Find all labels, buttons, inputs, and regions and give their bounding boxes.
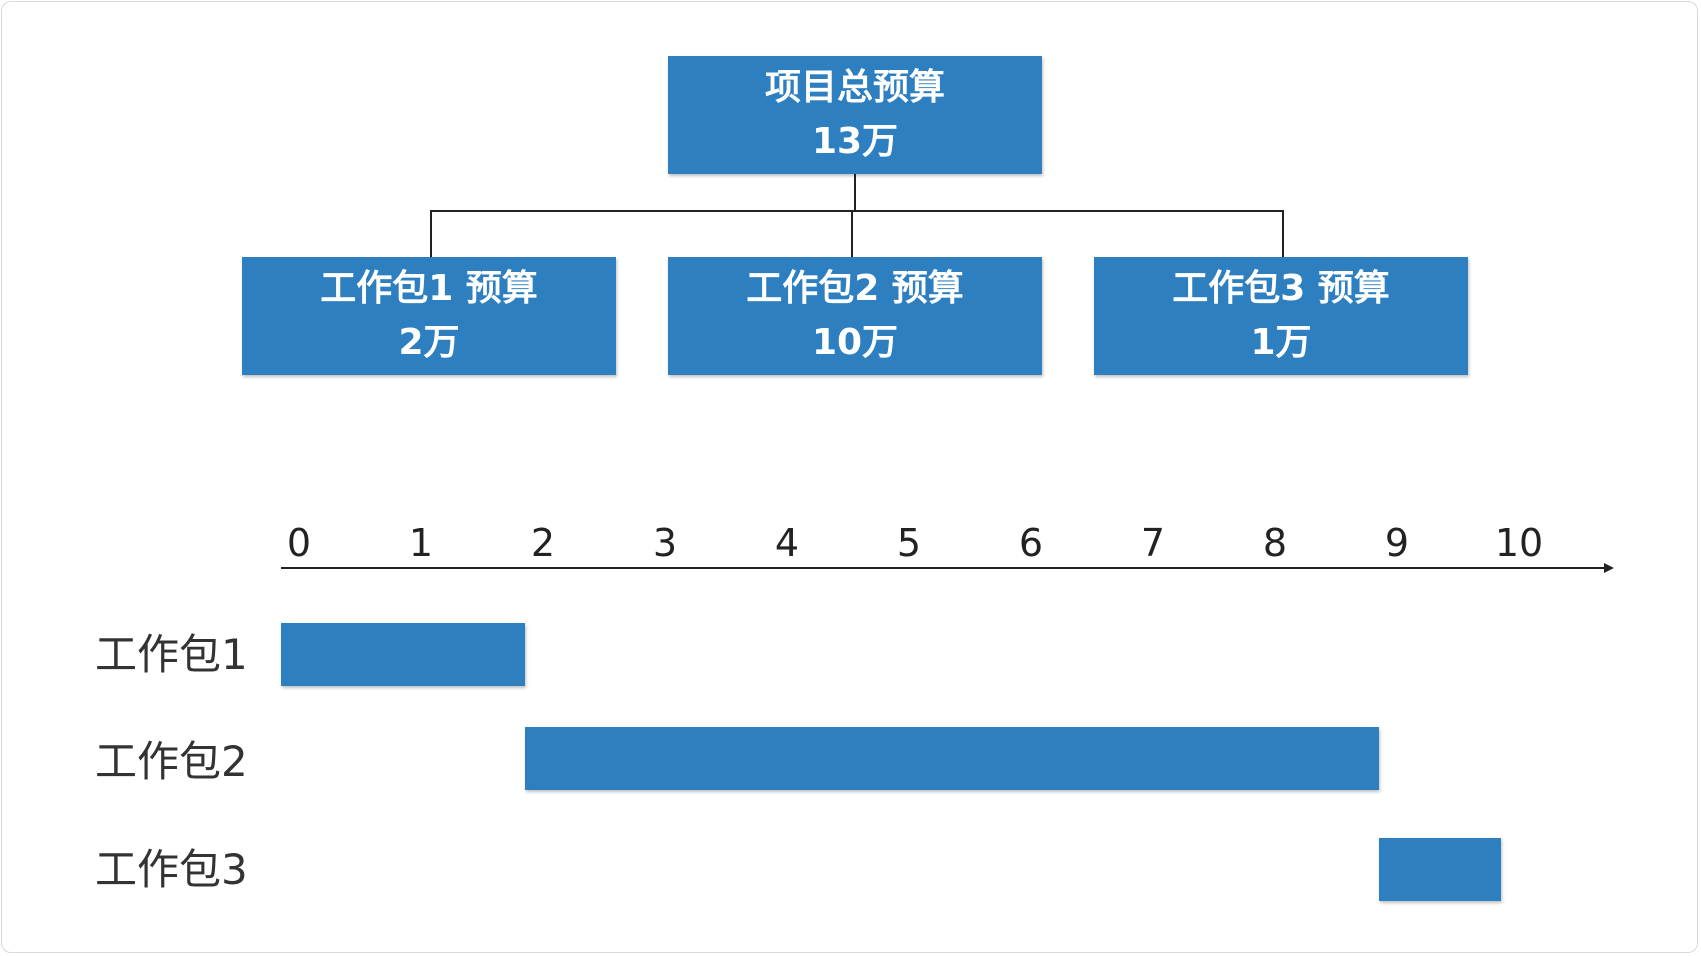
tick-label-3: 3	[652, 521, 678, 565]
timeline-axis-arrow-icon	[1604, 563, 1614, 573]
work-package-1-budget-value: 2万	[398, 322, 460, 363]
work-package-2-budget-box: 工作包2 预算 10万	[668, 257, 1042, 375]
work-package-1-budget-box: 工作包1 预算 2万	[242, 257, 616, 375]
tick-label-5: 5	[896, 521, 922, 565]
timeline-row-label-1: 工作包1	[95, 630, 248, 679]
tick-label-10: 10	[1494, 521, 1544, 565]
tick-label-0: 0	[286, 521, 312, 565]
connector-child-2	[851, 210, 853, 257]
tick-label-2: 2	[530, 521, 556, 565]
work-package-2-budget-title: 工作包2 预算	[746, 268, 964, 309]
timeline-bar-work-package-3	[1379, 838, 1501, 901]
timeline-axis	[281, 567, 1607, 569]
timeline-bar-work-package-1	[281, 623, 525, 686]
tick-label-6: 6	[1018, 521, 1044, 565]
work-package-1-budget-title: 工作包1 预算	[320, 268, 538, 309]
tick-label-9: 9	[1384, 521, 1410, 565]
work-package-3-budget-value: 1万	[1250, 322, 1312, 363]
connector-child-1	[430, 210, 432, 257]
tick-label-4: 4	[774, 521, 800, 565]
connector-horizontal	[430, 210, 1284, 212]
root-budget-box: 项目总预算 13万	[668, 56, 1042, 174]
tick-label-8: 8	[1262, 521, 1288, 565]
connector-child-3	[1282, 210, 1284, 257]
work-package-3-budget-box: 工作包3 预算 1万	[1094, 257, 1468, 375]
connector-root-stem	[854, 174, 856, 211]
timeline-row-label-3: 工作包3	[95, 845, 248, 894]
tick-label-7: 7	[1140, 521, 1166, 565]
work-package-2-budget-value: 10万	[811, 322, 899, 363]
work-package-3-budget-title: 工作包3 预算	[1172, 268, 1390, 309]
root-budget-title: 项目总预算	[764, 67, 945, 108]
timeline-row-label-2: 工作包2	[95, 737, 248, 786]
timeline-bar-work-package-2	[525, 727, 1379, 790]
root-budget-value: 13万	[811, 121, 899, 162]
tick-label-1: 1	[408, 521, 434, 565]
